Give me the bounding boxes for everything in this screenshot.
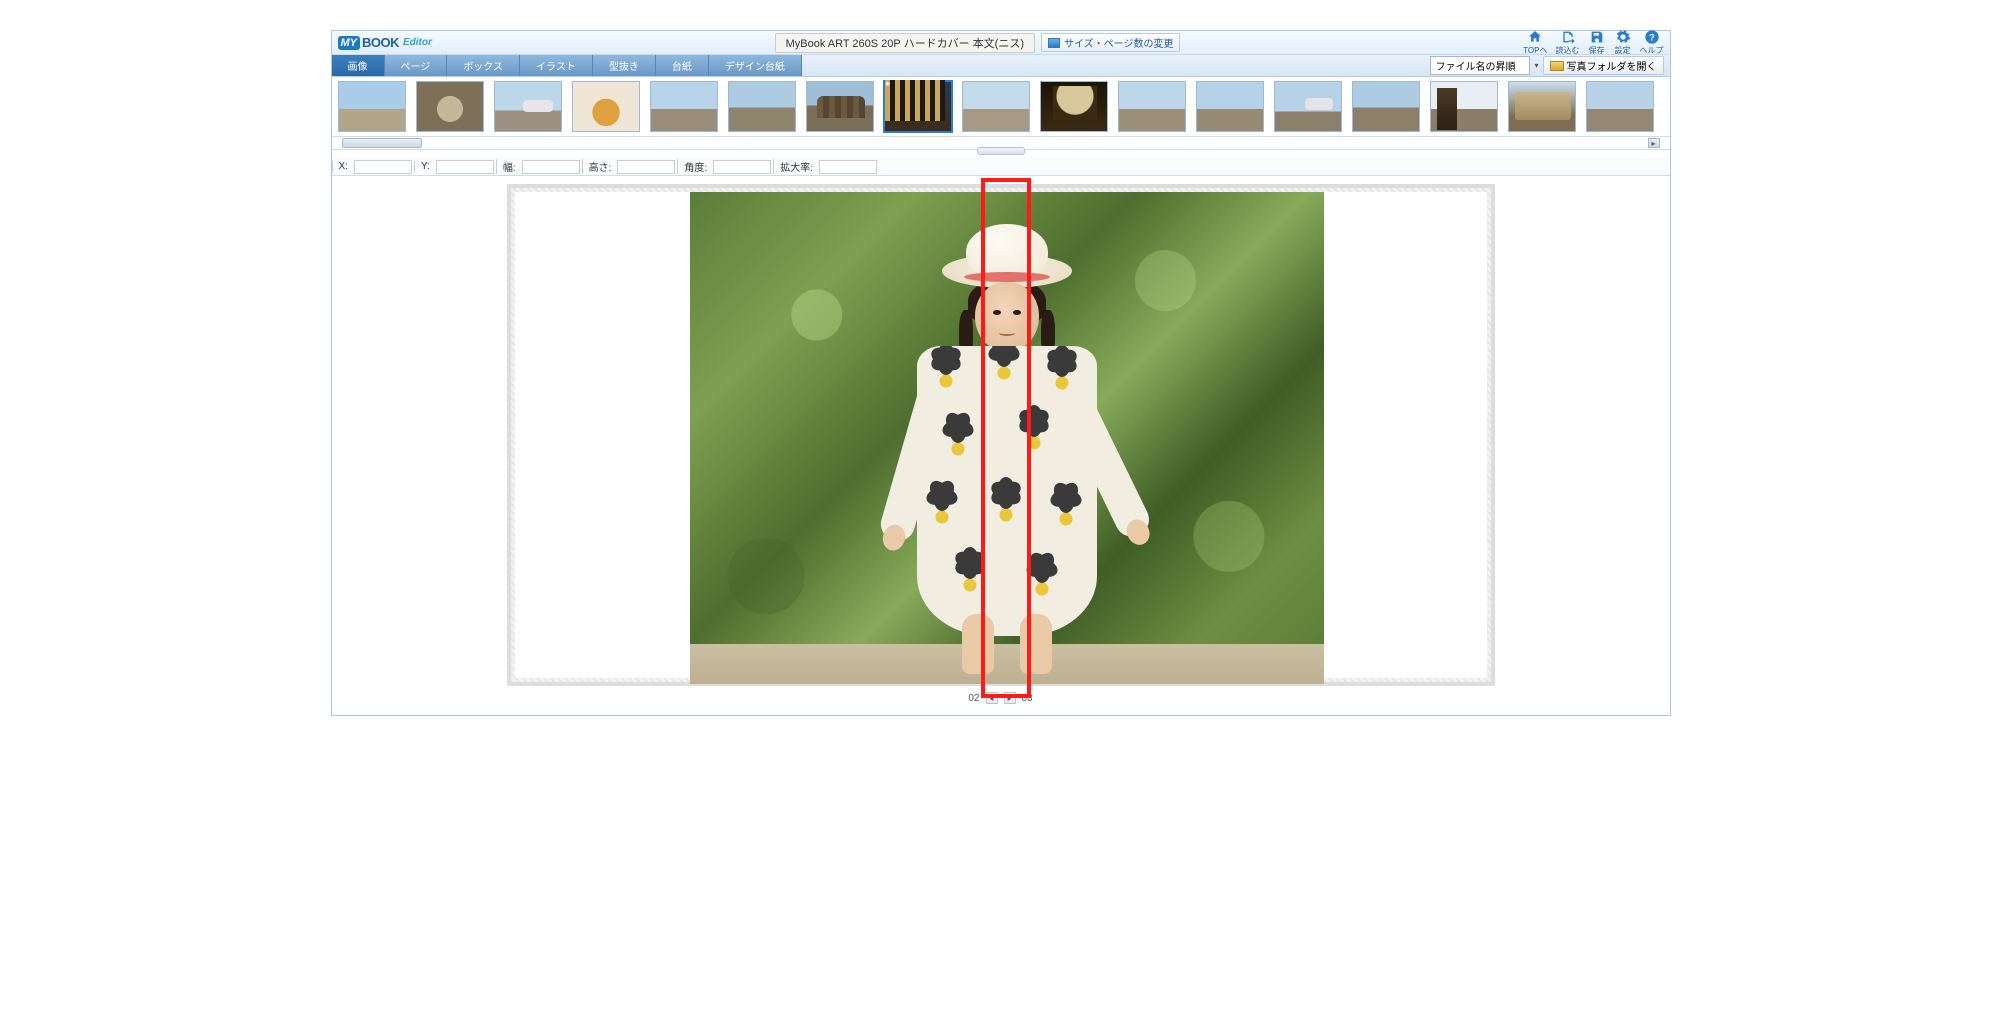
prop-height-label: 高さ:	[582, 159, 618, 174]
gear-icon	[1614, 29, 1632, 45]
thumbnail[interactable]	[962, 81, 1030, 132]
thumbnail[interactable]	[1586, 81, 1654, 132]
scrollbar-thumb[interactable]	[342, 138, 422, 148]
thumbnail[interactable]	[1118, 81, 1186, 132]
top-actions: TOPへ 読込む 保存 設定 ? ヘルプ	[1523, 29, 1663, 56]
thumbnail-strip[interactable]	[332, 77, 1670, 136]
canvas-area[interactable]: 02 ◂ ▸ 03	[332, 176, 1670, 715]
tab-design-mats[interactable]: デザイン台紙	[709, 55, 802, 76]
tab-boxes[interactable]: ボックス	[447, 55, 520, 76]
app-window: MY BOOK Editor MyBook ART 260S 20P ハードカバ…	[331, 30, 1671, 716]
save-button[interactable]: 保存	[1588, 29, 1606, 56]
tab-mats[interactable]: 台紙	[656, 55, 709, 76]
spine-highlight	[981, 178, 1031, 698]
svg-text:?: ?	[1649, 32, 1655, 42]
home-icon	[1526, 29, 1544, 45]
logo-my: MY	[338, 36, 361, 50]
tab-cutouts[interactable]: 型抜き	[593, 55, 656, 76]
page-left-number: 02	[968, 693, 979, 704]
strip-collapse-handle[interactable]	[977, 147, 1025, 155]
sort-select[interactable]: ファイル名の昇順	[1430, 56, 1530, 75]
import-button[interactable]: 読込む	[1556, 29, 1580, 56]
prop-height-input[interactable]	[617, 160, 675, 174]
logo-book: BOOK	[362, 35, 399, 50]
thumbnail[interactable]	[1430, 81, 1498, 132]
page-spread[interactable]: 02 ◂ ▸ 03	[507, 184, 1495, 686]
prop-zoom-label: 拡大率:	[773, 159, 819, 174]
tab-pages[interactable]: ページ	[385, 55, 448, 76]
thumbnail[interactable]	[1508, 81, 1576, 132]
prop-angle-label: 角度:	[677, 159, 713, 174]
titlebar: MY BOOK Editor MyBook ART 260S 20P ハードカバ…	[332, 31, 1670, 55]
thumbnail[interactable]	[1196, 81, 1264, 132]
prop-width-input[interactable]	[522, 160, 580, 174]
tab-illustrations[interactable]: イラスト	[520, 55, 593, 76]
logo-editor: Editor	[403, 37, 432, 48]
scroll-right-icon[interactable]: ▸	[1648, 138, 1660, 148]
tab-images[interactable]: 画像	[332, 55, 385, 76]
change-size-button[interactable]: サイズ・ページ数の変更	[1041, 33, 1181, 52]
thumbnail[interactable]	[338, 81, 406, 132]
asset-tabs-row: 画像 ページ ボックス イラスト 型抜き 台紙 デザイン台紙 ファイル名の昇順 …	[332, 55, 1670, 77]
prop-zoom-input[interactable]	[819, 160, 877, 174]
document-title: MyBook ART 260S 20P ハードカバー 本文(ニス)	[775, 33, 1035, 53]
top-home-button[interactable]: TOPへ	[1523, 29, 1547, 56]
help-icon: ?	[1643, 29, 1661, 45]
import-icon	[1559, 29, 1577, 45]
prop-angle-input[interactable]	[713, 160, 771, 174]
chevron-down-icon: ▾	[1534, 61, 1538, 70]
prop-x-label: X:	[332, 161, 354, 172]
pages-icon	[1048, 38, 1060, 48]
thumbnail[interactable]	[1274, 81, 1342, 132]
thumbnail[interactable]	[806, 81, 874, 132]
prop-x-input[interactable]	[354, 160, 412, 174]
asset-tabs: 画像 ページ ボックス イラスト 型抜き 台紙 デザイン台紙	[332, 55, 802, 76]
settings-button[interactable]: 設定	[1614, 29, 1632, 56]
change-size-label: サイズ・ページ数の変更	[1064, 35, 1174, 50]
help-button[interactable]: ? ヘルプ	[1640, 29, 1664, 56]
thumbnail[interactable]	[416, 81, 484, 132]
app-logo: MY BOOK Editor	[338, 35, 432, 50]
prop-y-input[interactable]	[436, 160, 494, 174]
properties-bar: X: Y: 幅: 高さ: 角度: 拡大率:	[332, 158, 1670, 176]
thumbnail[interactable]	[1352, 81, 1420, 132]
thumbnail[interactable]	[650, 81, 718, 132]
thumbnail-selected[interactable]	[884, 81, 952, 132]
open-folder-button[interactable]: 写真フォルダを開く	[1543, 56, 1664, 75]
prop-width-label: 幅:	[496, 159, 522, 174]
save-icon	[1588, 29, 1606, 45]
folder-icon	[1550, 61, 1564, 71]
thumbnail[interactable]	[1040, 81, 1108, 132]
prop-y-label: Y:	[414, 161, 436, 172]
thumbnail[interactable]	[494, 81, 562, 132]
thumbnail[interactable]	[572, 81, 640, 132]
thumbnail[interactable]	[728, 81, 796, 132]
